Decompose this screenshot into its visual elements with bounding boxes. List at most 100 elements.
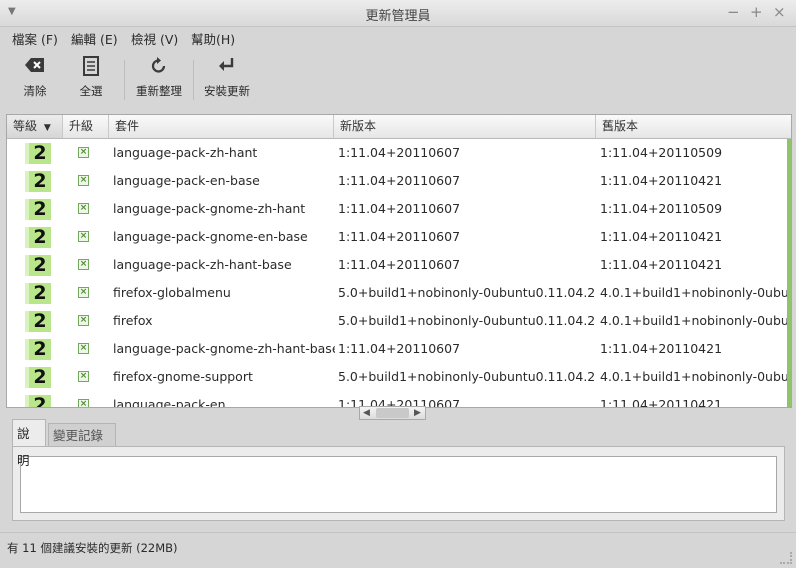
menu-view[interactable]: 檢視 (V) — [131, 29, 178, 48]
upgrade-checkbox[interactable]: × — [78, 259, 89, 270]
old-version: 1:11.04+20110509 — [600, 201, 723, 216]
table-row[interactable]: 2 × language-pack-gnome-zh-hant 1:11.04+… — [7, 195, 787, 223]
column-header-new-version[interactable]: 新版本 — [334, 115, 596, 138]
menu-file[interactable]: 檔案 (F) — [12, 29, 58, 48]
new-version: 1:11.04+20110607 — [338, 229, 461, 244]
table-header: 等級 ▼ 升級 套件 新版本 舊版本 — [7, 115, 791, 139]
table-row[interactable]: 2 × language-pack-zh-hant 1:11.04+201106… — [7, 139, 787, 167]
menu-help[interactable]: 幫助(H) — [191, 29, 235, 48]
old-version: 1:11.04+20110421 — [600, 341, 723, 356]
new-version: 1:11.04+20110607 — [338, 257, 461, 272]
minimize-button[interactable]: − — [727, 3, 740, 21]
table-row[interactable]: 2 × language-pack-gnome-zh-hant-base 1:1… — [7, 335, 787, 363]
checklist-icon — [70, 56, 112, 82]
table-row[interactable]: 2 × language-pack-gnome-en-base 1:11.04+… — [7, 223, 787, 251]
menu-edit[interactable]: 編輯 (E) — [71, 29, 118, 48]
tab-changelog[interactable]: 變更記錄 — [48, 423, 116, 446]
old-version: 4.0.1+build1+nobinonly-0ubun — [600, 313, 787, 328]
column-header-old-version[interactable]: 舊版本 — [596, 115, 791, 138]
old-version: 1:11.04+20110421 — [600, 173, 723, 188]
package-name: language-pack-en — [113, 397, 226, 407]
refresh-label: 重新整理 — [136, 84, 182, 98]
table-row[interactable]: 2 × firefox 5.0+build1+nobinonly-0ubuntu… — [7, 307, 787, 335]
vertical-scrollbar[interactable] — [787, 139, 791, 407]
upgrade-checkbox[interactable]: × — [78, 231, 89, 242]
close-button[interactable]: × — [773, 3, 786, 21]
package-name: firefox-globalmenu — [113, 285, 231, 300]
level-badge: 2 — [25, 311, 51, 332]
status-text: 有 11 個建議安裝的更新 (22MB) — [7, 541, 178, 555]
level-badge: 2 — [25, 283, 51, 304]
table-row[interactable]: 2 × language-pack-zh-hant-base 1:11.04+2… — [7, 251, 787, 279]
old-version: 1:11.04+20110421 — [600, 257, 723, 272]
package-name: language-pack-gnome-zh-hant — [113, 201, 306, 216]
title-bar: ▼ 更新管理員 − + × — [0, 0, 796, 27]
old-version: 4.0.1+build1+nobinonly-0ubun — [600, 285, 787, 300]
package-name: firefox-gnome-support — [113, 369, 253, 384]
select-all-label: 全選 — [79, 84, 103, 98]
clear-label: 清除 — [23, 84, 47, 98]
level-badge: 2 — [25, 227, 51, 248]
refresh-icon — [134, 56, 184, 82]
horizontal-scrollbar[interactable]: ◀ ▶ — [359, 406, 426, 420]
level-badge: 2 — [25, 199, 51, 220]
level-badge: 2 — [25, 367, 51, 388]
table-row[interactable]: 2 × language-pack-en 1:11.04+20110607 1:… — [7, 391, 787, 407]
clear-button[interactable]: 清除 — [14, 52, 56, 106]
table-row[interactable]: 2 × language-pack-en-base 1:11.04+201106… — [7, 167, 787, 195]
column-header-package[interactable]: 套件 — [109, 115, 334, 138]
upgrade-checkbox[interactable]: × — [78, 175, 89, 186]
install-updates-button[interactable]: 安裝更新 — [202, 52, 252, 106]
toolbar-separator — [124, 60, 125, 100]
column-header-upgrade[interactable]: 升級 — [63, 115, 109, 138]
old-version: 1:11.04+20110421 — [600, 397, 723, 407]
new-version: 1:11.04+20110607 — [338, 201, 461, 216]
level-badge: 2 — [25, 171, 51, 192]
upgrade-checkbox[interactable]: × — [78, 287, 89, 298]
old-version: 1:11.04+20110509 — [600, 145, 723, 160]
table-row[interactable]: 2 × firefox-globalmenu 5.0+build1+nobino… — [7, 279, 787, 307]
scrollbar-thumb[interactable] — [376, 408, 409, 418]
upgrade-checkbox[interactable]: × — [78, 371, 89, 382]
level-badge: 2 — [25, 339, 51, 360]
upgrade-checkbox[interactable]: × — [78, 315, 89, 326]
new-version: 1:11.04+20110607 — [338, 145, 461, 160]
select-all-button[interactable]: 全選 — [70, 52, 112, 106]
tab-panel — [12, 446, 785, 521]
menu-bar: 檔案 (F) 編輯 (E) 檢視 (V) 幫助(H) — [0, 27, 796, 49]
level-badge: 2 — [25, 255, 51, 276]
sort-descending-icon: ▼ — [43, 123, 51, 133]
refresh-button[interactable]: 重新整理 — [134, 52, 184, 106]
new-version: 1:11.04+20110607 — [338, 173, 461, 188]
new-version: 5.0+build1+nobinonly-0ubuntu0.11.04.2 — [338, 285, 596, 300]
upgrade-checkbox[interactable]: × — [78, 147, 89, 158]
upgrade-checkbox[interactable]: × — [78, 343, 89, 354]
updates-table: 等級 ▼ 升級 套件 新版本 舊版本 2 × language-pack-zh-… — [6, 114, 792, 408]
old-version: 1:11.04+20110421 — [600, 229, 723, 244]
level-badge: 2 — [25, 143, 51, 164]
new-version: 5.0+build1+nobinonly-0ubuntu0.11.04.2 — [338, 369, 596, 384]
column-header-level[interactable]: 等級 ▼ — [7, 115, 63, 138]
package-name: language-pack-zh-hant — [113, 145, 258, 160]
description-textarea[interactable] — [20, 456, 777, 513]
table-row[interactable]: 2 × firefox-gnome-support 5.0+build1+nob… — [7, 363, 787, 391]
upgrade-checkbox[interactable]: × — [78, 203, 89, 214]
package-name: language-pack-gnome-zh-hant-base — [113, 341, 335, 356]
package-name: language-pack-zh-hant-base — [113, 257, 292, 272]
tab-description[interactable]: 說明 — [12, 419, 46, 468]
upgrade-checkbox[interactable]: × — [78, 399, 89, 407]
window-title: 更新管理員 — [365, 9, 431, 24]
level-badge: 2 — [25, 395, 51, 407]
scroll-left-arrow-icon[interactable]: ◀ — [363, 407, 370, 419]
enter-return-icon — [202, 56, 252, 82]
toolbar-separator — [193, 60, 194, 100]
table-body: 2 × language-pack-zh-hant 1:11.04+201106… — [7, 139, 787, 407]
new-version: 5.0+build1+nobinonly-0ubuntu0.11.04.2 — [338, 313, 596, 328]
maximize-button[interactable]: + — [750, 3, 763, 21]
scroll-right-arrow-icon[interactable]: ▶ — [414, 407, 421, 419]
install-updates-label: 安裝更新 — [204, 84, 250, 98]
package-name: firefox — [113, 313, 153, 328]
resize-grip-icon[interactable] — [780, 552, 792, 564]
old-version: 4.0.1+build1+nobinonly-0ubur — [600, 369, 787, 384]
toolbar: 清除 全選 重新整理 安裝更新 — [0, 52, 796, 108]
